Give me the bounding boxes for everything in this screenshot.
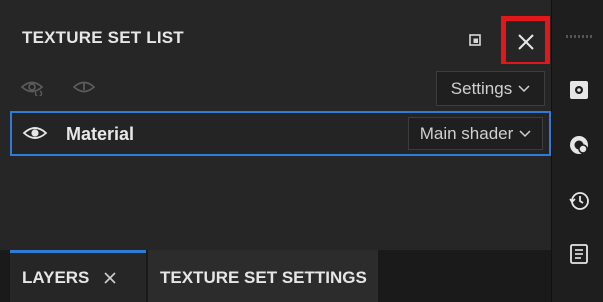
history-icon[interactable]	[568, 190, 590, 212]
bake-icon[interactable]	[568, 134, 590, 156]
log-icon[interactable]	[568, 243, 590, 265]
tab-texture-set-settings[interactable]: TEXTURE SET SETTINGS	[148, 250, 378, 302]
right-sidebar	[551, 0, 603, 302]
close-icon	[517, 33, 534, 50]
tab-texture-set-settings-label: TEXTURE SET SETTINGS	[160, 267, 367, 287]
close-tab-icon[interactable]	[103, 271, 117, 285]
close-button[interactable]	[501, 16, 550, 67]
chevron-down-icon	[519, 129, 531, 137]
shader-label: Main shader	[419, 123, 514, 143]
panel-title: TEXTURE SET LIST	[22, 28, 184, 47]
texture-set-list-area	[0, 158, 551, 250]
settings-label: Settings	[450, 78, 513, 98]
panel-tab-bar: LAYERS TEXTURE SET SETTINGS	[0, 250, 551, 302]
texture-set-list-panel: TEXTURE SET LIST Settings Material Main …	[0, 0, 551, 302]
texture-set-toolbar: Settings	[0, 64, 551, 110]
restore-window-icon[interactable]	[467, 32, 483, 48]
settings-dropdown[interactable]: Settings	[436, 71, 545, 106]
material-name: Material	[66, 124, 135, 144]
eye-refresh-icon[interactable]	[20, 78, 44, 96]
chevron-down-icon	[518, 84, 530, 92]
shader-dropdown[interactable]: Main shader	[408, 117, 543, 150]
display-settings-icon[interactable]	[568, 79, 590, 101]
panel-grip-handle[interactable]	[566, 35, 594, 38]
tab-layers[interactable]: LAYERS	[10, 250, 146, 302]
texture-set-row-material[interactable]: Material Main shader	[10, 111, 551, 156]
tab-layers-label: LAYERS	[22, 267, 90, 287]
visibility-eye-icon[interactable]	[22, 124, 48, 142]
panel-title-bar: TEXTURE SET LIST	[0, 8, 551, 67]
info-circle-icon[interactable]	[72, 78, 96, 96]
